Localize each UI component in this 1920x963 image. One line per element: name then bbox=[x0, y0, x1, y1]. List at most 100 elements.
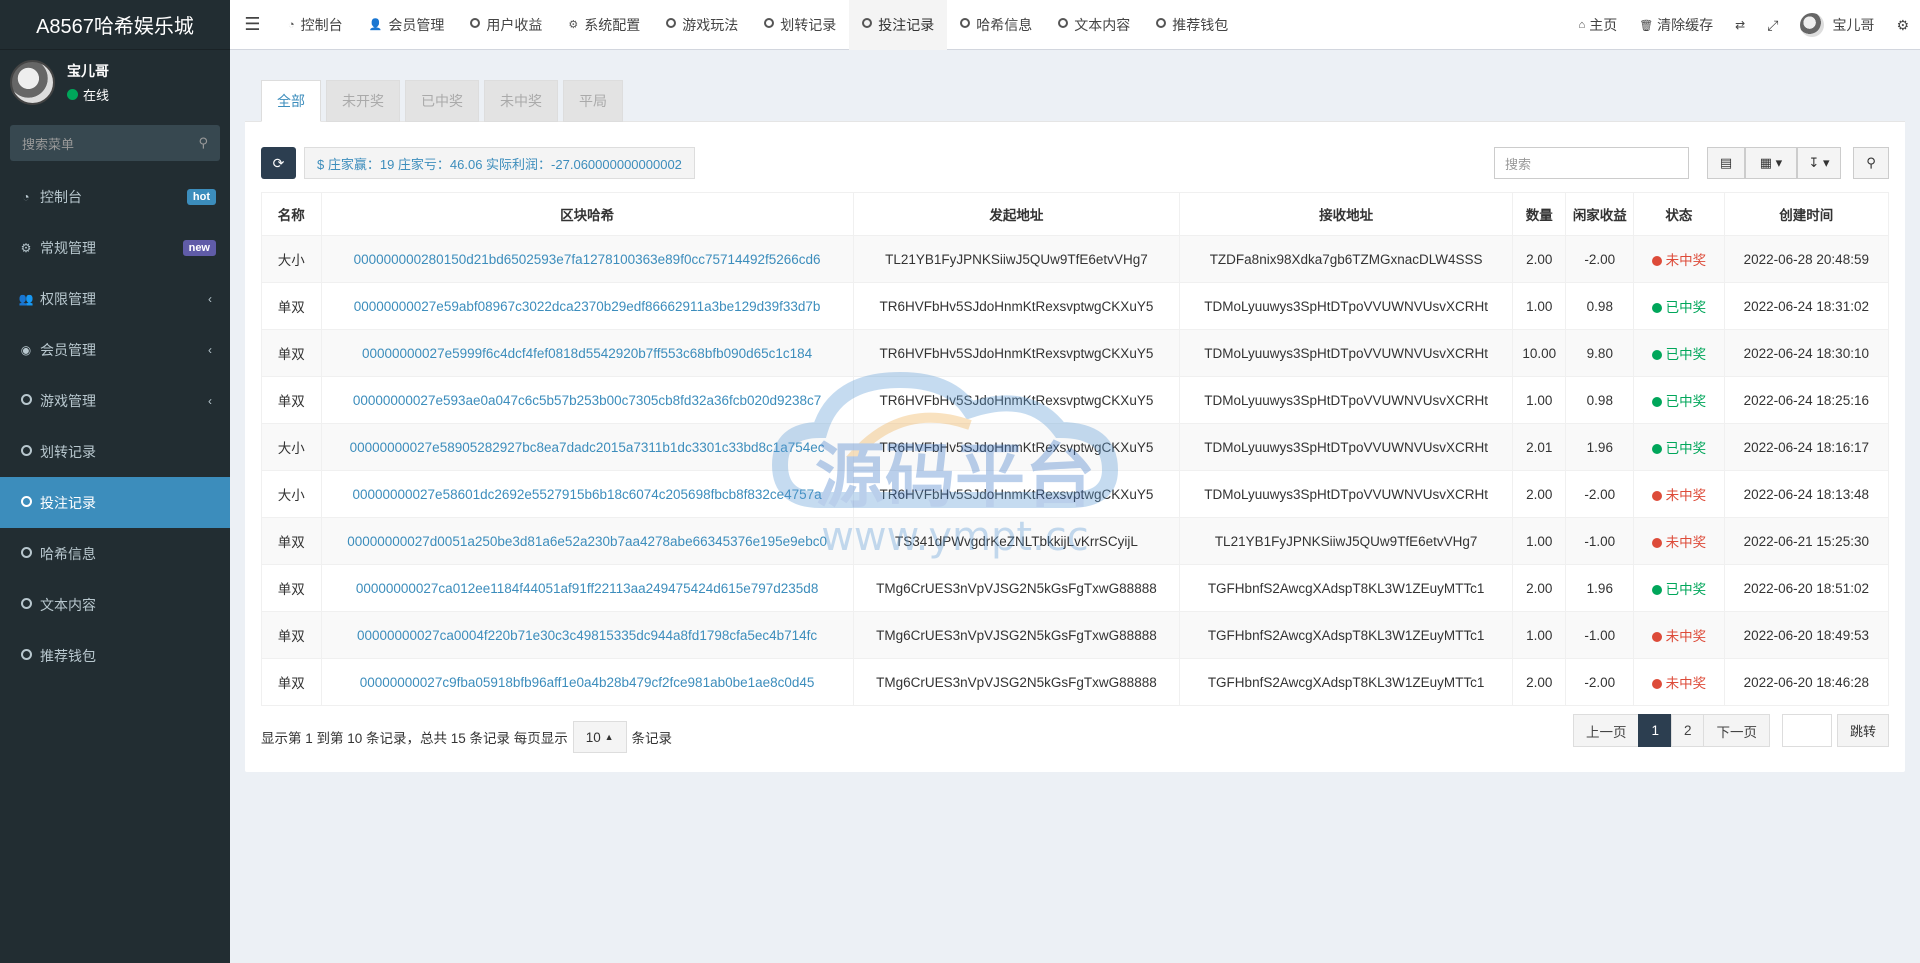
table-toolbar: ⟳ $ 庄家赢：19 庄家亏：46.06 实际利润：-27.0600000000… bbox=[261, 147, 1889, 181]
payout-cell: -2.00 bbox=[1565, 658, 1635, 706]
sidebar-item-0[interactable]: ◔ 控制台 hot bbox=[0, 171, 230, 222]
status-tab[interactable]: 平局 bbox=[563, 80, 623, 122]
payout-cell: 1.96 bbox=[1565, 564, 1635, 612]
sidebar-item-7[interactable]: 哈希信息 bbox=[0, 528, 230, 579]
sidebar-item-4[interactable]: 游戏管理 ‹ bbox=[0, 375, 230, 426]
status-tab[interactable]: 全部 bbox=[261, 80, 321, 122]
sidebar-search-input[interactable]: 搜索菜单 ⚲ bbox=[10, 125, 220, 161]
advanced-search-button[interactable]: ⚲ bbox=[1853, 147, 1889, 179]
to-address-cell: TDMoLyuuwys3SpHtDTpoVVUWNVUsvXCRHt bbox=[1179, 470, 1514, 518]
tab-9[interactable]: 推荐钱包 bbox=[1143, 0, 1241, 50]
status-tab[interactable]: 已中奖 bbox=[405, 80, 479, 122]
page-size-value: 10 bbox=[585, 729, 601, 745]
home-link[interactable]: ⌂ 主页 bbox=[1568, 0, 1629, 50]
pagination-info: 显示第 1 到第 10 条记录，总共 15 条记录 每页显示 10 ▲ 条记录 bbox=[261, 721, 672, 753]
created-at-cell: 2022-06-24 18:25:16 bbox=[1723, 376, 1890, 424]
amount-cell: 2.00 bbox=[1512, 235, 1567, 283]
table-row[interactable]: 单双 00000000027e5999f6c4dcf4fef0818d554292… bbox=[261, 329, 1890, 377]
status-badge: 未中奖 bbox=[1633, 658, 1725, 706]
search-icon[interactable]: ⚲ bbox=[198, 135, 208, 151]
block-hash-link[interactable]: 00000000027ca012ee1184f44051af91ff22113a… bbox=[320, 564, 854, 612]
page-size-select[interactable]: 10 ▲ bbox=[572, 721, 627, 753]
page-number-button[interactable]: 2 bbox=[1670, 714, 1705, 747]
prev-page-button[interactable]: 上一页 bbox=[1572, 714, 1640, 747]
tab-2[interactable]: 用户收益 bbox=[457, 0, 555, 50]
status-tab[interactable]: 未开奖 bbox=[326, 80, 400, 122]
table-search-input[interactable]: 搜索 bbox=[1494, 147, 1689, 179]
block-hash-link[interactable]: 00000000027e58601dc2692e5527915b6b18c607… bbox=[320, 470, 854, 518]
table-row[interactable]: 大小 00000000027e58601dc2692e5527915b6b18c6… bbox=[261, 470, 1890, 518]
status-label: 未中奖 bbox=[1665, 629, 1707, 644]
sidebar-item-5[interactable]: 划转记录 bbox=[0, 426, 230, 477]
column-header[interactable]: 创建时间 bbox=[1723, 192, 1890, 236]
jump-button[interactable]: 跳转 bbox=[1836, 714, 1889, 747]
circle-icon bbox=[862, 18, 873, 31]
block-hash-link[interactable]: 00000000027ca0004f220b71e30c3c49815335dc… bbox=[320, 611, 854, 659]
column-header[interactable]: 闲家收益 bbox=[1565, 192, 1635, 236]
sidebar-item-3[interactable]: ◉ 会员管理 ‹ bbox=[0, 324, 230, 375]
refresh-button[interactable]: ⟳ bbox=[261, 147, 296, 179]
column-header[interactable]: 状态 bbox=[1633, 192, 1725, 236]
column-header[interactable]: 数量 bbox=[1512, 192, 1567, 236]
table-row[interactable]: 单双 00000000027c9fba05918bfb96aff1e0a4b28b… bbox=[261, 658, 1890, 706]
block-hash-link[interactable]: 000000000280150d21bd6502593e7fa127810036… bbox=[320, 235, 854, 283]
to-address-cell: TGFHbnfS2AwcgXAdspT8KL3W1ZEuyMTTc1 bbox=[1179, 564, 1514, 612]
block-hash-link[interactable]: 00000000027c9fba05918bfb96aff1e0a4b28b47… bbox=[320, 658, 854, 706]
next-page-button[interactable]: 下一页 bbox=[1703, 714, 1770, 747]
table-row[interactable]: 大小 00000000027e58905282927bc8ea7dadc2015a… bbox=[261, 423, 1890, 471]
column-header[interactable]: 接收地址 bbox=[1179, 192, 1514, 236]
block-hash-link[interactable]: 00000000027e58905282927bc8ea7dadc2015a73… bbox=[320, 423, 854, 471]
tab-6[interactable]: 投注记录 bbox=[849, 0, 948, 50]
table-row[interactable]: 单双 00000000027ca012ee1184f44051af91ff2211… bbox=[261, 564, 1890, 612]
table-row[interactable]: 单双 00000000027ca0004f220b71e30c3c49815335… bbox=[261, 611, 1890, 659]
block-hash-link[interactable]: 00000000027e59abf08967c3022dca2370b29edf… bbox=[320, 282, 854, 330]
columns-button[interactable]: ▦ ▾ bbox=[1745, 147, 1797, 179]
status-label: 未中奖 bbox=[1665, 488, 1707, 503]
clear-cache-button[interactable]: 🗑 清除缓存 bbox=[1628, 0, 1724, 50]
app-logo[interactable]: A8567哈希娱乐城 bbox=[0, 0, 230, 50]
circle-icon bbox=[666, 18, 677, 31]
block-hash-link[interactable]: 00000000027e593ae0a047c6c5b57b253b00c730… bbox=[320, 376, 854, 424]
bet-type-cell: 单双 bbox=[261, 282, 322, 330]
tab-4[interactable]: 游戏玩法 bbox=[653, 0, 751, 50]
tab-3[interactable]: ⚙ 系统配置 bbox=[555, 0, 653, 50]
block-hash-link[interactable]: 00000000027e5999f6c4dcf4fef0818d5542920b… bbox=[320, 329, 854, 377]
tab-7[interactable]: 哈希信息 bbox=[947, 0, 1045, 50]
settings-button[interactable]: ⚙ bbox=[1885, 0, 1920, 50]
sidebar-item-2[interactable]: 👥 权限管理 ‹ bbox=[0, 273, 230, 324]
table-row[interactable]: 单双 00000000027e593ae0a047c6c5b57b253b00c7… bbox=[261, 376, 1890, 424]
payout-cell: 9.80 bbox=[1565, 329, 1635, 377]
sidebar-item-8[interactable]: 文本内容 bbox=[0, 579, 230, 630]
tab-0[interactable]: ◔ 控制台 bbox=[275, 0, 356, 50]
sidebar-item-label: 权限管理 bbox=[40, 290, 96, 307]
toggle-view-button[interactable]: ▤ bbox=[1707, 147, 1745, 179]
nav-tabs: ◔ 控制台 👤 会员管理 用户收益 ⚙ 系统配置 游戏玩法 划转记录 投注记录 哈希信息 文本内容 推荐… bbox=[275, 0, 1241, 50]
sidebar-item-1[interactable]: ⚙ 常规管理 new bbox=[0, 222, 230, 273]
sidebar-item-6[interactable]: 投注记录 bbox=[0, 477, 230, 528]
gear-icon: ⚙ bbox=[568, 19, 579, 31]
table-row[interactable]: 单双 00000000027e59abf08967c3022dca2370b29e… bbox=[261, 282, 1890, 330]
column-header[interactable]: 区块哈希 bbox=[320, 192, 854, 236]
user-menu[interactable]: 宝儿哥 bbox=[1789, 0, 1885, 50]
status-tabs-bar: 全部 未开奖 已中奖 未中奖 平局 bbox=[245, 65, 1905, 122]
profit-stats: $ 庄家赢：19 庄家亏：46.06 实际利润：-27.060000000000… bbox=[304, 147, 695, 179]
sidebar-item-9[interactable]: 推荐钱包 bbox=[0, 630, 230, 681]
block-hash-link[interactable]: 00000000027d0051a250be3d81a6e52a230b7aa4… bbox=[320, 517, 854, 565]
status-tab[interactable]: 未中奖 bbox=[484, 80, 558, 122]
menu-toggle-icon[interactable]: ☰ bbox=[230, 0, 275, 50]
language-button[interactable]: ⇄ bbox=[1724, 0, 1756, 50]
table-row[interactable]: 大小 000000000280150d21bd6502593e7fa1278100… bbox=[261, 235, 1890, 283]
tab-5[interactable]: 划转记录 bbox=[751, 0, 849, 50]
column-header[interactable]: 发起地址 bbox=[852, 192, 1181, 236]
export-button[interactable]: ↧ ▾ bbox=[1797, 147, 1841, 179]
page-number-button[interactable]: 1 bbox=[1638, 714, 1672, 747]
table-row[interactable]: 单双 00000000027d0051a250be3d81a6e52a230b7a… bbox=[261, 517, 1890, 565]
amount-cell: 2.00 bbox=[1512, 470, 1567, 518]
jump-page-input[interactable] bbox=[1781, 714, 1832, 747]
payout-cell: 1.96 bbox=[1565, 423, 1635, 471]
sidebar-badge: hot bbox=[186, 188, 216, 205]
tab-8[interactable]: 文本内容 bbox=[1045, 0, 1143, 50]
tab-1[interactable]: 👤 会员管理 bbox=[356, 0, 458, 50]
fullscreen-button[interactable]: ⤢ bbox=[1756, 0, 1789, 50]
column-header[interactable]: 名称 bbox=[261, 192, 322, 236]
